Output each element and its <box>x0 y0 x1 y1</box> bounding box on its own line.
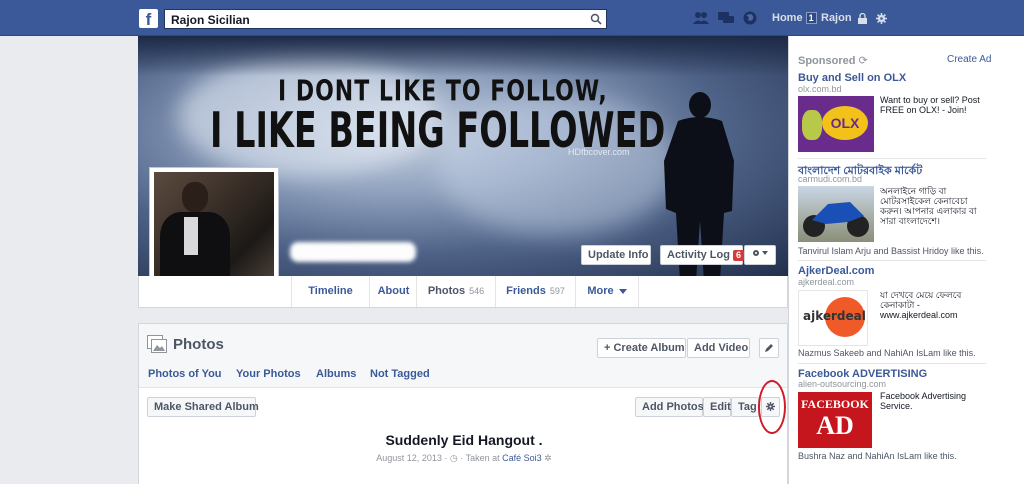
make-shared-album-button[interactable]: Make Shared Album <box>147 397 259 417</box>
cover-watermark: HDfbcover.com <box>568 147 630 157</box>
tab-photos[interactable]: Photos 546 <box>416 276 495 307</box>
olx-ad-image[interactable]: OLX <box>798 96 874 152</box>
tab-friends[interactable]: Friends 597 <box>495 276 575 307</box>
privacy-lock-icon[interactable] <box>857 13 868 24</box>
ad-url: olx.com.bd <box>798 84 842 94</box>
tab-label: Photos <box>427 285 466 297</box>
edit-album-button[interactable]: Edit <box>703 397 731 417</box>
activity-log-label: Activity Log <box>667 249 730 261</box>
tab-label: More <box>587 285 614 297</box>
subtab-photos-of-you[interactable]: Photos of You <box>148 368 222 380</box>
ad-description: যা দেখবে মেয়ে ফেলবে কেনাকাটা - www.ajke… <box>880 290 962 320</box>
tab-label: Friends <box>506 285 546 297</box>
divider <box>798 158 986 159</box>
top-nav-bar: f Rajon Sicilian Home 1 Rajon <box>0 0 1024 36</box>
add-video-button[interactable]: Add Video <box>687 338 750 358</box>
privacy-gear-icon[interactable]: ✲ <box>544 453 552 463</box>
notifications-globe-icon[interactable] <box>742 11 758 25</box>
pencil-icon <box>765 344 773 352</box>
olx-logo: OLX <box>822 106 868 140</box>
home-count-badge: 1 <box>805 12 817 24</box>
subtab-albums[interactable]: Albums <box>316 368 356 380</box>
profile-photo-figure <box>182 182 208 212</box>
chevron-down-icon <box>618 288 627 294</box>
search-value: Rajon Sicilian <box>171 13 250 27</box>
ad-description: Want to buy or sell? Post FREE on OLX! -… <box>880 95 980 115</box>
ad-social-context: Bushra Naz and NahiAn IsLam like this. <box>798 451 957 461</box>
profile-tab-bar: Timeline About Photos 546 Friends 597 More <box>138 276 788 308</box>
ad-description: অনলাইনে গাড়ি বা মোটরসাইকেল কেনাবেচা করু… <box>880 186 977 226</box>
photos-icon <box>147 335 167 353</box>
home-label: Home <box>772 12 803 24</box>
ad-url: ajkerdeal.com <box>798 277 855 287</box>
edit-pencil-button[interactable] <box>759 338 779 358</box>
fbad-line1: FACEBOOK <box>801 397 869 411</box>
ad-social-context: Tanvirul Islam Arju and Bassist Hridoy l… <box>798 246 984 256</box>
subtab-not-tagged[interactable]: Not Tagged <box>370 368 430 380</box>
profile-name-link[interactable]: Rajon <box>821 12 852 24</box>
home-link[interactable]: Home 1 <box>772 12 817 24</box>
profile-photo-figure <box>184 217 198 255</box>
annotation-circle <box>758 380 786 434</box>
photos-title: Photos <box>173 336 224 353</box>
profile-name-redacted <box>290 242 416 262</box>
facebook-logo[interactable]: f <box>139 9 158 29</box>
create-ad-link[interactable]: Create Ad <box>947 54 991 65</box>
olx-mascot <box>802 110 822 140</box>
photos-header: Photos + Create Album Add Video Photos o… <box>139 324 787 388</box>
tab-count: 546 <box>469 286 485 296</box>
add-photos-button[interactable]: Add Photos <box>635 397 704 417</box>
activity-log-button[interactable]: Activity Log 6 <box>660 245 744 265</box>
friend-requests-icon[interactable] <box>693 11 709 25</box>
activity-count-badge: 6 <box>732 250 744 261</box>
gear-dropdown-icon <box>753 250 768 256</box>
ajkerdeal-logo: ajkerdeal <box>803 309 866 323</box>
fbad-line2: AD <box>816 411 854 440</box>
album-date: August 12, 2013 · <box>376 453 448 463</box>
sponsored-label: Sponsored <box>798 55 856 67</box>
ad-url: carmudi.com.bd <box>798 174 863 184</box>
ad-social-context: Nazmus Sakeeb and NahiAn IsLam like this… <box>798 348 976 358</box>
ad-title[interactable]: AjkerDeal.com <box>798 265 874 277</box>
divider <box>798 260 986 261</box>
ad-url: alien-outsourcing.com <box>798 379 887 389</box>
ad-description: Facebook Advertising Service. <box>880 391 967 411</box>
subtab-your-photos[interactable]: Your Photos <box>236 368 301 380</box>
profile-options-button[interactable] <box>744 245 776 265</box>
motorbike-image <box>803 202 869 237</box>
album-title: Suddenly Eid Hangout . <box>385 432 543 448</box>
search-input[interactable]: Rajon Sicilian <box>164 9 607 29</box>
create-album-button[interactable]: + Create Album <box>597 338 686 358</box>
ad-title[interactable]: Buy and Sell on OLX <box>798 72 906 84</box>
ads-sidebar: Sponsored ⟳ Create Ad Buy and Sell on OL… <box>788 36 1024 484</box>
main-column: I DONT LIKE TO FOLLOW, I LIKE BEING FOLL… <box>138 36 788 484</box>
tab-label: About <box>377 285 410 297</box>
motorbike-ad-image[interactable] <box>798 186 874 242</box>
clock-icon: ◷ <box>449 453 458 463</box>
album-meta: August 12, 2013 · ◷ · Taken at Café Soi3… <box>139 453 789 464</box>
tab-timeline[interactable]: Timeline <box>291 276 369 307</box>
photos-section: Photos + Create Album Add Video Photos o… <box>138 323 788 484</box>
tab-label: Timeline <box>308 285 353 297</box>
settings-gear-icon[interactable] <box>876 13 887 24</box>
sponsored-heading: Sponsored ⟳ <box>798 54 868 67</box>
update-info-button[interactable]: Update Info <box>581 245 651 265</box>
album-place-link[interactable]: Café Soi3 <box>502 453 542 463</box>
tab-about[interactable]: About <box>369 276 417 307</box>
tag-button[interactable]: Tag <box>731 397 759 417</box>
profile-photo-image <box>154 172 274 292</box>
cover-shade <box>138 36 788 76</box>
divider <box>798 363 986 364</box>
album-taken-label: · Taken at <box>460 453 500 463</box>
search-icon[interactable] <box>590 13 602 25</box>
ajkerdeal-ad-image[interactable]: ajkerdeal <box>798 290 868 346</box>
facebook-ad-image[interactable]: FACEBOOK AD <box>798 392 872 448</box>
tab-count: 597 <box>549 286 565 296</box>
ad-choices-icon[interactable]: ⟳ <box>859 55 868 67</box>
tab-more[interactable]: More <box>575 276 639 307</box>
messages-icon[interactable] <box>718 11 734 25</box>
